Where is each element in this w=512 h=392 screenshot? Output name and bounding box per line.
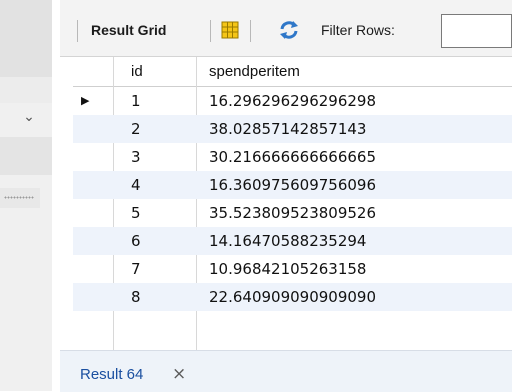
cell-id[interactable]: 6 (131, 227, 141, 255)
splitter-grip-icon (4, 196, 34, 199)
left-panel-selected-item[interactable] (0, 137, 52, 175)
table-row[interactable]: 7 10.96842105263158 (73, 255, 512, 283)
cell-spendperitem[interactable]: 35.523809523809526 (209, 199, 376, 227)
result-grid-button[interactable]: Result Grid (91, 22, 166, 38)
table-row[interactable]: 5 35.523809523809526 (73, 199, 512, 227)
toolbar-separator (250, 20, 251, 42)
cell-id[interactable]: 7 (131, 255, 141, 283)
table-row[interactable]: 2 38.02857142857143 (73, 115, 512, 143)
table-row[interactable]: 8 22.640909090909090 (73, 283, 512, 311)
toolbar-separator (77, 20, 78, 42)
result-tab[interactable]: Result 64 (80, 366, 143, 383)
cell-id[interactable]: 4 (131, 171, 141, 199)
cell-spendperitem[interactable]: 38.02857142857143 (209, 115, 366, 143)
current-row-pointer-icon: ▶ (81, 94, 90, 107)
left-panel: ⌄ (0, 0, 52, 391)
cell-spendperitem[interactable]: 10.96842105263158 (209, 255, 366, 283)
cell-id[interactable]: 8 (131, 283, 141, 311)
cell-id[interactable]: 5 (131, 199, 141, 227)
column-header-spendperitem[interactable]: spendperitem (209, 57, 300, 86)
table-row[interactable]: 3 30.216666666666665 (73, 143, 512, 171)
close-icon[interactable]: × (172, 364, 186, 384)
grid-header: id spendperitem (73, 57, 512, 87)
cell-id[interactable]: 3 (131, 143, 141, 171)
toolbar-separator (210, 20, 211, 42)
filter-rows-label: Filter Rows: (321, 22, 395, 38)
cell-spendperitem[interactable]: 16.296296296296298 (209, 87, 376, 115)
refresh-icon[interactable] (278, 20, 300, 40)
cell-spendperitem[interactable]: 30.216666666666665 (209, 143, 376, 171)
cell-spendperitem[interactable]: 16.360975609756096 (209, 171, 376, 199)
table-row[interactable]: ▶ 1 16.296296296296298 (73, 87, 512, 115)
left-panel-scroll-area (0, 0, 52, 77)
cell-id[interactable]: 1 (131, 87, 141, 115)
table-row[interactable]: 4 16.360975609756096 (73, 171, 512, 199)
chevron-down-icon[interactable]: ⌄ (20, 108, 38, 126)
column-header-id[interactable]: id (131, 57, 143, 86)
result-grid: id spendperitem ▶ 1 16.296296296296298 2… (73, 57, 512, 350)
cell-spendperitem[interactable]: 22.640909090909090 (209, 283, 376, 311)
form-editor-icon[interactable] (221, 21, 239, 39)
filter-rows-input[interactable] (441, 14, 512, 48)
cell-spendperitem[interactable]: 14.16470588235294 (209, 227, 366, 255)
table-row[interactable]: 6 14.16470588235294 (73, 227, 512, 255)
cell-id[interactable]: 2 (131, 115, 141, 143)
